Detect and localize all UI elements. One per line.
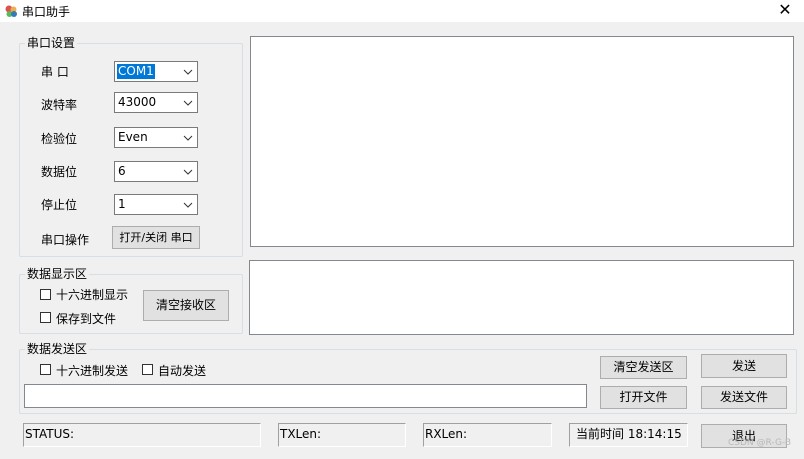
chevron-down-icon: [183, 69, 193, 75]
port-value: COM1: [117, 64, 155, 79]
port-select[interactable]: COM1: [114, 61, 198, 82]
databits-label: 数据位: [41, 165, 78, 179]
parity-label: 检验位: [41, 132, 78, 146]
parity-select[interactable]: Even: [114, 127, 198, 148]
chevron-down-icon: [183, 100, 193, 106]
txlen-field: TXLen:: [278, 423, 406, 447]
stopbits-select[interactable]: 1: [114, 194, 198, 215]
clear-receive-button[interactable]: 清空接收区: [143, 290, 229, 321]
open-file-button[interactable]: 打开文件: [600, 386, 687, 409]
serial-settings-title: 串口设置: [25, 36, 78, 50]
send-file-button[interactable]: 发送文件: [701, 386, 787, 409]
save-to-file-label: 保存到文件: [56, 312, 117, 326]
chevron-down-icon: [183, 202, 193, 208]
port-label: 串 口: [41, 65, 69, 79]
close-icon[interactable]: ✕: [770, 0, 800, 20]
rxlen-field: RXLen:: [423, 423, 552, 447]
baud-label: 波特率: [41, 98, 78, 112]
operation-label: 串口操作: [41, 233, 90, 247]
hex-send-label: 十六进制发送: [56, 364, 129, 378]
databits-value: 6: [118, 164, 126, 178]
checkbox-icon[interactable]: [40, 312, 51, 323]
checkbox-icon[interactable]: [40, 289, 51, 300]
parity-value: Even: [118, 130, 148, 144]
databits-select[interactable]: 6: [114, 161, 198, 182]
checkbox-icon[interactable]: [142, 364, 153, 375]
title-bar: [0, 0, 804, 22]
data-send-title: 数据发送区: [25, 342, 90, 356]
hex-display-label: 十六进制显示: [56, 288, 129, 302]
chevron-down-icon: [183, 169, 193, 175]
window-title: 串口助手: [22, 5, 71, 19]
stopbits-label: 停止位: [41, 198, 78, 212]
time-field: 当前时间 18:14:15: [569, 423, 688, 447]
stopbits-value: 1: [118, 197, 126, 211]
clear-send-button[interactable]: 清空发送区: [600, 356, 687, 379]
watermark-text: CSDN @R-G-B: [728, 438, 792, 448]
receive-textarea[interactable]: [250, 36, 794, 247]
auto-send-label: 自动发送: [158, 364, 207, 378]
secondary-textarea[interactable]: [249, 260, 794, 335]
checkbox-icon[interactable]: [40, 364, 51, 375]
status-field: STATUS:: [23, 423, 261, 447]
send-input[interactable]: [24, 384, 587, 408]
send-button[interactable]: 发送: [701, 354, 787, 378]
app-icon: [5, 5, 17, 17]
baud-value: 43000: [118, 95, 157, 109]
baud-select[interactable]: 43000: [114, 92, 198, 113]
open-close-port-button[interactable]: 打开/关闭 串口: [112, 226, 200, 249]
data-display-title: 数据显示区: [25, 267, 90, 281]
chevron-down-icon: [183, 135, 193, 141]
